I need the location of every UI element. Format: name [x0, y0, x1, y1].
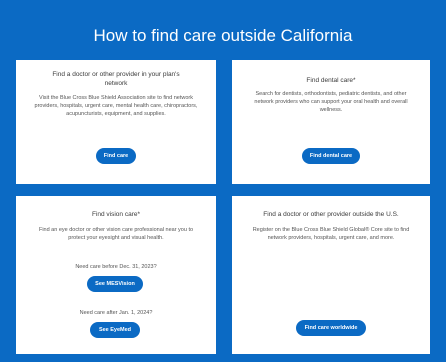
find-care-worldwide-button[interactable]: Find care worldwide — [296, 320, 366, 336]
see-mesvision-button[interactable]: See MESVision — [87, 276, 143, 292]
find-dental-care-button[interactable]: Find dental care — [302, 148, 360, 164]
see-eyemed-button[interactable]: See EyeMed — [90, 322, 140, 338]
card-network-care: Find a doctor or other provider in your … — [16, 60, 216, 184]
card-heading: Find a doctor or other provider outside … — [263, 211, 399, 218]
card-heading: Find dental care* — [306, 77, 356, 84]
card-heading: Find vision care* — [91, 211, 141, 218]
before-date-question: Need care before Dec. 31, 2023? — [75, 264, 157, 270]
after-date-question: Need care after Jan. 1, 2024? — [79, 310, 153, 316]
find-care-button[interactable]: Find care — [96, 148, 136, 164]
card-dental-care: Find dental care* Search for dentists, o… — [232, 60, 430, 184]
card-worldwide-care: Find a doctor or other provider outside … — [232, 196, 430, 354]
card-body: Search for dentists, orthodontists, pedi… — [254, 91, 408, 113]
card-vision-care: Find vision care* Find an eye doctor or … — [16, 196, 216, 354]
page-title: How to find care outside California — [93, 26, 353, 45]
card-body: Find an eye doctor or other vision care … — [38, 227, 194, 241]
card-body: Visit the Blue Cross Blue Shield Associa… — [34, 95, 198, 117]
find-care-panel: How to find care outside California Find… — [0, 0, 446, 362]
card-body: Register on the Blue Cross Blue Shield G… — [252, 227, 410, 241]
card-heading: Find a doctor or other provider in your … — [52, 71, 180, 87]
